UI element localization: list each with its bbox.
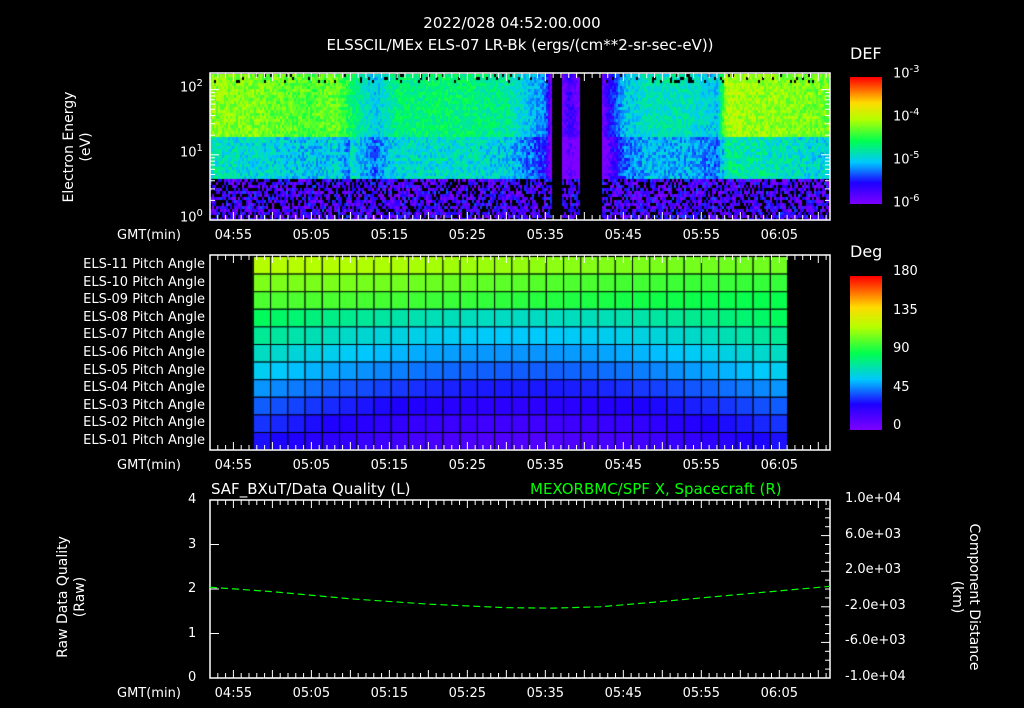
pitch-angle-row-label: ELS-03 Pitch Angle [83,397,205,413]
left-tick-label: 1 [188,625,197,641]
gmt-axis-label: GMT(min) [117,686,181,701]
left-tick-label: 3 [188,536,197,552]
time-tick-label: 06:05 [760,458,799,473]
deg-colorbar-tick: 0 [893,418,902,433]
pitch-angle-row-label: ELS-02 Pitch Angle [83,415,205,431]
def-colorbar-tick: 10-5 [893,150,920,168]
time-tick-label: 04:55 [214,458,253,473]
time-tick-label: 05:35 [526,228,565,243]
def-colorbar-tick: 10-3 [893,64,920,82]
energy-tick-label: 100 [180,208,203,226]
time-tick-label: 05:05 [292,228,331,243]
time-tick-label: 06:05 [760,686,799,701]
deg-colorbar-tick: 90 [893,341,910,356]
left-tick-label: 2 [188,581,197,596]
time-tick-label: 05:45 [604,686,643,701]
energy-tick-label: 101 [180,142,203,161]
time-tick-label: 05:25 [448,686,487,701]
time-tick-label: 05:05 [292,458,331,473]
time-tick-label: 05:15 [370,228,409,243]
energy-tick-label: 102 [180,77,203,95]
pitch-angle-row-label: ELS-09 Pitch Angle [83,292,205,308]
pitch-angle-row-label: ELS-08 Pitch Angle [83,309,205,325]
right-tick-label: -2.0e+03 [845,597,906,613]
time-tick-label: 04:55 [214,228,253,243]
time-tick-label: 05:05 [292,686,331,701]
pitch-angle-row-label: ELS-06 Pitch Angle [83,345,205,360]
left-tick-label: 0 [188,670,197,685]
pitch-angle-row-label: ELS-04 Pitch Angle [83,380,205,396]
time-tick-label: 04:55 [214,686,253,701]
def-colorbar-tick: 10-6 [893,193,920,211]
time-tick-label: 05:35 [526,686,565,701]
time-tick-label: 05:25 [448,458,487,473]
right-tick-label: -6.0e+03 [845,633,906,649]
right-tick-label: 6.0e+03 [845,526,902,542]
right-tick-label: -1.0e+04 [845,669,906,684]
time-tick-label: 05:15 [370,458,409,473]
deg-colorbar-tick: 135 [893,302,918,318]
deg-colorbar-tick: 180 [893,264,918,279]
right-tick-label: 1.0e+04 [845,491,902,506]
left-tick-label: 4 [188,492,197,507]
time-tick-label: 05:55 [682,686,721,701]
gmt-axis-label: GMT(min) [117,458,181,473]
def-colorbar-tick: 10-4 [893,107,920,125]
panel-frame-1 [209,72,831,221]
panel-frame-3 [209,499,831,679]
panel-frame-2 [209,254,831,451]
pitch-angle-row-label: ELS-10 Pitch Angle [83,274,205,290]
time-tick-label: 05:55 [682,458,721,473]
time-tick-label: 05:15 [370,686,409,701]
time-tick-label: 05:45 [604,228,643,243]
pitch-angle-row-label: ELS-01 Pitch Angle [83,433,205,448]
time-tick-label: 05:35 [526,458,565,473]
spf-x-line [209,585,831,609]
pitch-angle-row-label: ELS-05 Pitch Angle [83,362,205,378]
time-tick-label: 06:05 [760,228,799,243]
right-tick-label: 2.0e+03 [845,562,902,578]
time-tick-label: 05:55 [682,228,721,243]
time-tick-label: 05:25 [448,228,487,243]
pitch-angle-row-label: ELS-07 Pitch Angle [83,327,205,343]
pitch-angle-row-label: ELS-11 Pitch Angle [83,257,205,272]
time-tick-label: 05:45 [604,458,643,473]
gmt-axis-label: GMT(min) [117,228,181,243]
deg-colorbar-tick: 45 [893,379,910,395]
